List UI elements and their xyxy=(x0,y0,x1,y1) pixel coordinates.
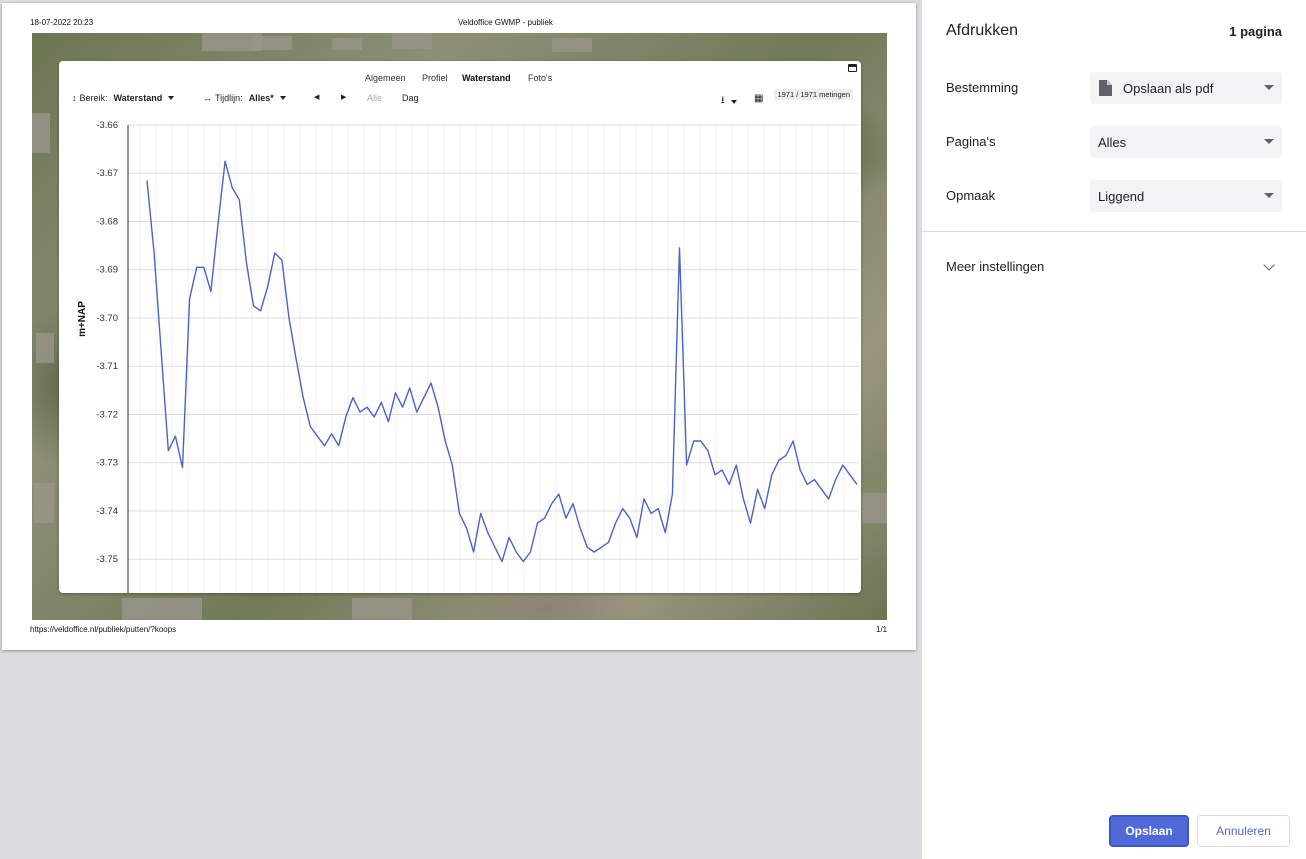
y-axis-title: m+NAP xyxy=(77,301,88,337)
y-tick-label: -3.69 xyxy=(96,265,118,276)
destination-label: Bestemming xyxy=(946,80,1019,95)
print-header-title: Veldoffice GWMP - publiek xyxy=(458,18,553,27)
layout-select[interactable]: Liggend xyxy=(1090,180,1282,212)
y-tick-label: -3.73 xyxy=(96,458,118,469)
y-tick-label: -3.68 xyxy=(96,216,118,227)
print-preview-area: 18-07-2022 20:23 Veldoffice GWMP - publi… xyxy=(0,0,922,859)
destination-value: Opslaan als pdf xyxy=(1123,80,1214,96)
more-settings-toggle[interactable]: Meer instellingen xyxy=(946,259,1044,274)
file-icon xyxy=(1099,80,1112,96)
preview-page: 18-07-2022 20:23 Veldoffice GWMP - publi… xyxy=(2,3,916,650)
pages-label: Pagina's xyxy=(946,134,996,149)
caret-down-icon xyxy=(1264,85,1274,90)
layout-value: Liggend xyxy=(1098,188,1145,204)
layout-label: Opmaak xyxy=(946,188,996,203)
app-window: Algemeen Profiel Waterstand Foto's ↕ Ber… xyxy=(59,61,861,593)
destination-select[interactable]: Opslaan als pdf xyxy=(1090,72,1282,104)
print-footer-url: https://veldoffice.nl/publiek/putten/?ko… xyxy=(30,625,177,634)
y-tick-label: -3.67 xyxy=(96,168,118,179)
print-header-datetime: 18-07-2022 20:23 xyxy=(30,18,94,27)
save-button[interactable]: Opslaan xyxy=(1109,815,1189,847)
print-footer-page: 1/1 xyxy=(876,625,888,634)
panel-title: Afdrukken xyxy=(946,22,1019,39)
print-settings-panel: Afdrukken 1 pagina Bestemming Opslaan al… xyxy=(922,0,1306,859)
pages-select[interactable]: Alles xyxy=(1090,126,1282,158)
page-count: 1 pagina xyxy=(1229,24,1282,39)
y-tick-label: -3.71 xyxy=(96,361,118,372)
waterstand-chart: -3.66 -3.67 -3.68 -3.69 -3.70 -3.71 -3.72 -3.73… xyxy=(77,120,859,593)
y-tick-label: -3.72 xyxy=(96,409,118,420)
cancel-button[interactable]: Annuleren xyxy=(1197,815,1290,847)
y-tick-label: -3.74 xyxy=(96,506,118,517)
pages-value: Alles xyxy=(1098,134,1127,150)
y-tick-label: -3.66 xyxy=(96,120,118,131)
caret-down-icon xyxy=(1264,139,1274,144)
caret-down-icon xyxy=(1264,193,1274,198)
y-tick-label: -3.70 xyxy=(96,313,118,324)
chevron-down-icon[interactable] xyxy=(1263,259,1275,271)
y-tick-label: -3.75 xyxy=(96,554,118,565)
divider xyxy=(922,231,1306,232)
